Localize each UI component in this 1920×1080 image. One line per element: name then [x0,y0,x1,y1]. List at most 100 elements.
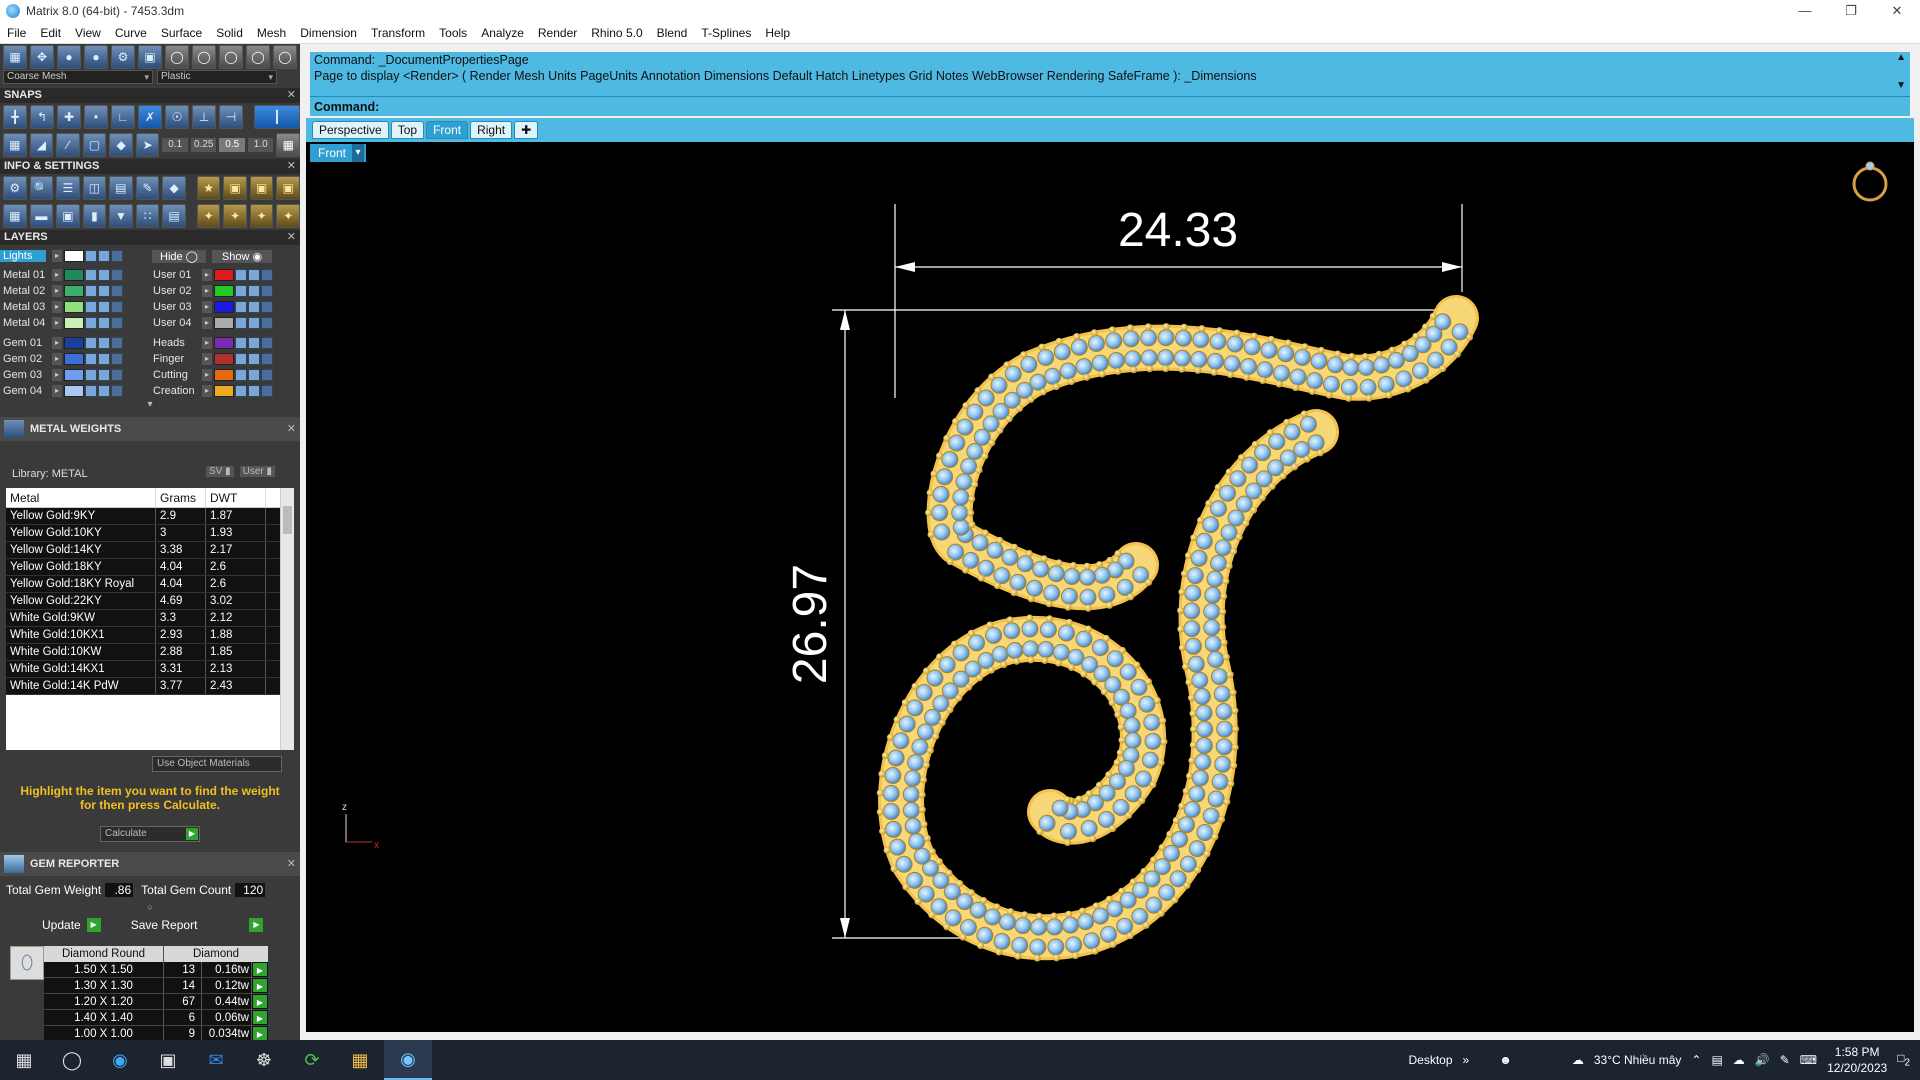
hide-button[interactable]: Hide ◯ [152,249,206,263]
layer-row[interactable]: Cutting ▸ [150,367,300,383]
chevron-right-icon[interactable]: » [1463,1053,1470,1067]
menu-surface[interactable]: Surface [154,26,209,40]
keyboard-icon[interactable]: ⌨ [1800,1053,1817,1067]
rhino-icon[interactable]: ☸ [240,1040,288,1080]
layer-render-icon[interactable] [111,301,123,313]
layer-render-icon[interactable] [111,353,123,365]
store-icon[interactable]: ▣ [144,1040,192,1080]
smarttrack-icon[interactable]: ◢ [29,133,54,157]
layer-row[interactable]: Metal 02 ▸ [0,283,150,299]
close-layers-icon[interactable]: ✕ [287,230,296,245]
layer-visibility-icon[interactable] [248,269,260,281]
table-row[interactable]: White Gold:14KX1 3.31 2.13 [6,661,294,678]
table-row[interactable]: Yellow Gold:9KY 2.9 1.87 [6,508,294,525]
menu-dimension[interactable]: Dimension [293,26,364,40]
move-icon[interactable]: ✥ [30,45,54,69]
layer-lock-icon[interactable] [85,337,97,349]
menu-tsplines[interactable]: T-Splines [694,26,758,40]
snap-pointer-icon[interactable]: ➤ [135,133,160,157]
table-row[interactable]: Yellow Gold:10KY 3 1.93 [6,525,294,542]
layer-color-swatch[interactable] [64,337,84,349]
layer-lock-icon[interactable] [235,269,247,281]
layer-render-icon[interactable] [261,337,273,349]
layer-lock-icon[interactable] [235,353,247,365]
close-snaps-icon[interactable]: ✕ [287,88,296,103]
sv-toggle[interactable]: SV ▮ [206,466,234,477]
layers-stack-icon[interactable]: ☰ [56,176,80,200]
layer-visibility-icon[interactable] [98,269,110,281]
search-icon[interactable]: ◯ [48,1040,96,1080]
layer-lock-icon[interactable] [85,317,97,329]
layer-color-swatch[interactable] [64,369,84,381]
layer-row[interactable]: Gem 04 ▸ [0,383,150,399]
scatter-icon[interactable]: ∷ [135,204,160,228]
snap-value-025[interactable]: 0.25 [190,138,217,152]
ortho-toggle-icon[interactable]: ┃ [254,105,300,129]
show-button[interactable]: Show ◉ [212,249,272,263]
menu-rhino[interactable]: Rhino 5.0 [584,26,649,40]
layer-arrow-icon[interactable]: ▸ [202,301,212,313]
layer-visibility-icon[interactable] [98,317,110,329]
layer-visibility-icon[interactable] [248,301,260,313]
menu-tools[interactable]: Tools [432,26,474,40]
table-row[interactable]: Yellow Gold:14KY 3.38 2.17 [6,542,294,559]
layer-visibility-icon[interactable] [248,317,260,329]
gumball-icon[interactable]: ▢ [82,133,107,157]
snap-end-icon[interactable]: ╋ [3,105,27,129]
user-toggle[interactable]: User ▮ [239,466,276,477]
windows-start-icon[interactable]: ▦ [0,1040,48,1080]
filter-icon[interactable]: ▼ [109,204,133,228]
settings-icon[interactable]: ⚙ [3,176,27,200]
layer-render-icon[interactable] [111,269,123,281]
layer-lock-icon[interactable] [85,369,97,381]
snap-value-10[interactable]: 1.0 [247,138,274,152]
close-info-icon[interactable]: ✕ [287,159,296,174]
layer-color-swatch[interactable] [214,269,234,281]
table-row[interactable]: Yellow Gold:18KY 4.04 2.6 [6,559,294,576]
layer-lock-icon[interactable] [85,353,97,365]
layer-arrow-icon[interactable]: ▸ [52,337,62,349]
layer-arrow-icon[interactable]: ▸ [202,269,212,281]
menu-blend[interactable]: Blend [650,26,695,40]
layer-arrow-icon[interactable]: ▸ [202,317,212,329]
layer-color-swatch[interactable] [214,353,234,365]
layer-color-swatch[interactable] [214,385,234,397]
zoom-icon[interactable]: 🔍 [29,176,54,200]
layer-color-swatch[interactable] [214,369,234,381]
use-object-materials-button[interactable]: Use Object Materials [152,756,282,772]
layer-row[interactable]: Creation ▸ [150,383,300,399]
layer-arrow-icon[interactable]: ▸ [52,317,62,329]
layer-visibility-icon[interactable] [98,353,110,365]
layer-row[interactable]: Finger ▸ [150,351,300,367]
menu-view[interactable]: View [68,26,108,40]
layer-lock-icon[interactable] [85,301,97,313]
layer-render-icon[interactable] [261,369,273,381]
layer-color-swatch[interactable] [64,285,84,297]
sphere-render-icon[interactable]: ● [84,45,108,69]
layer-color-swatch[interactable] [64,269,84,281]
snap-circle-icon[interactable]: ☉ [165,105,189,129]
layer-arrow-icon[interactable]: ▸ [52,369,62,381]
layer-render-icon[interactable] [111,337,123,349]
gem-tool-2-icon[interactable]: ▣ [223,176,247,200]
material-sphere-4-icon[interactable]: ◯ [246,45,270,69]
close-icon[interactable]: ✕ [1874,0,1920,22]
scroll-thumb[interactable] [283,506,292,534]
snap-int-icon[interactable]: ✗ [138,105,162,129]
table-row[interactable]: Yellow Gold:18KY Royal 4.04 2.6 [6,576,294,593]
close-gem-reporter-icon[interactable]: ✕ [287,852,296,876]
pen-icon[interactable]: ✎ [1780,1053,1790,1067]
snap-point-icon[interactable]: ✚ [57,105,81,129]
layer-lock-icon[interactable] [235,317,247,329]
layer-color-swatch[interactable] [64,385,84,397]
layer-render-icon[interactable] [111,285,123,297]
grid-icon[interactable]: ▦ [3,45,27,69]
gem-select-icon[interactable]: ▶ [253,979,267,992]
gem-divider-icon[interactable]: ○ [0,902,300,912]
grid-view-icon[interactable]: ▦ [3,204,27,228]
snap-grid-icon[interactable]: ▦ [276,133,301,157]
layer-row[interactable]: User 02 ▸ [150,283,300,299]
layer-arrow-icon[interactable]: ▸ [202,353,212,365]
layer-visibility-icon[interactable] [248,337,260,349]
table-row[interactable]: Yellow Gold:22KY 4.69 3.02 [6,593,294,610]
